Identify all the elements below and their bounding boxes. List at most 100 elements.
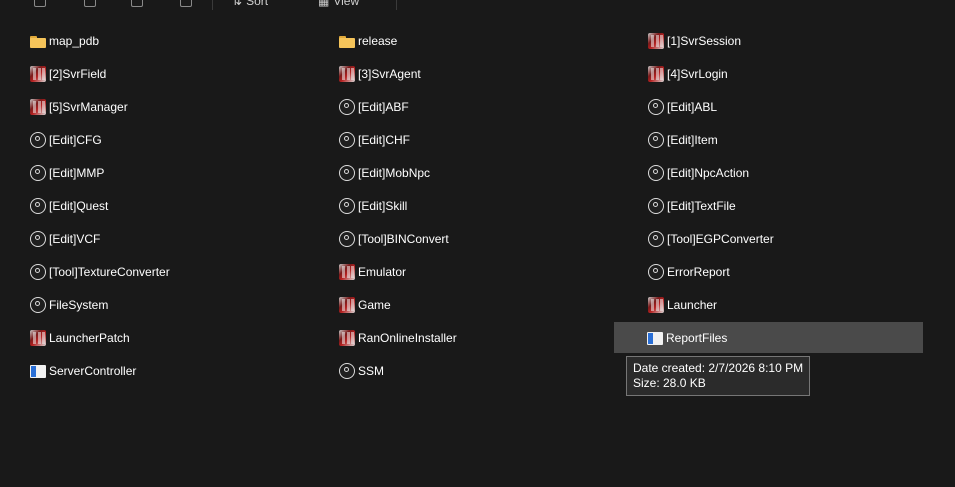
generic-exe-icon [648,131,664,148]
generic-exe-icon [339,131,355,148]
file-item[interactable]: [Edit]TextFile [644,190,923,221]
sort-label: Sort [246,0,269,8]
toolbar-divider [212,0,213,10]
file-name: [Edit]Skill [358,198,408,213]
file-name: LauncherPatch [49,330,130,345]
ran-app-icon [30,98,46,115]
generic-exe-icon [339,98,355,115]
file-name: [Tool]BINConvert [358,231,449,246]
generic-exe-icon [30,296,46,313]
ran-app-icon [339,296,355,313]
file-item[interactable]: [3]SvrAgent [335,58,635,89]
file-item[interactable]: [Edit]CFG [26,124,326,155]
file-name: Emulator [358,264,407,279]
folder-icon [339,33,355,49]
new-icon[interactable] [34,0,46,10]
file-name: [Edit]ABF [358,99,409,114]
toolbar-divider [396,0,397,10]
file-name: [4]SvrLogin [667,66,728,81]
folder-icon [30,33,46,49]
file-item[interactable]: FileSystem [26,289,326,320]
file-item[interactable]: RanOnlineInstaller [335,322,635,353]
file-item[interactable]: [Edit]Quest [26,190,326,221]
generic-exe-icon [339,197,355,214]
tooltip-size: Size: 28.0 KB [633,376,706,390]
file-item[interactable]: LauncherPatch [26,322,326,353]
file-item[interactable]: [Edit]Item [644,124,923,155]
file-item[interactable]: [Edit]VCF [26,223,326,254]
file-item[interactable]: [Edit]ABL [644,91,923,122]
file-item[interactable]: [1]SvrSession [644,25,923,56]
file-item[interactable]: [4]SvrLogin [644,58,923,89]
ran-app-icon [30,329,46,346]
file-item[interactable]: ErrorReport [644,256,923,287]
file-item[interactable]: [Edit]NpcAction [644,157,923,188]
file-name: [Edit]MMP [49,165,105,180]
cut-icon[interactable] [84,0,96,10]
generic-exe-icon [30,230,46,247]
file-name: FileSystem [49,297,109,312]
file-name: [1]SvrSession [667,33,742,48]
generic-exe-icon [30,131,46,148]
file-name: Launcher [667,297,718,312]
ran-app-icon [648,296,664,313]
file-list: map_pdb release [1]SvrSession [2]SvrField [3… [0,24,955,487]
generic-exe-icon [30,164,46,181]
file-item[interactable]: [Tool]BINConvert [335,223,635,254]
file-item[interactable]: [Tool]EGPConverter [644,223,923,254]
file-name: RanOnlineInstaller [358,330,457,345]
generic-exe-icon [648,197,664,214]
ran-app-icon [30,65,46,82]
file-item[interactable]: ServerController [26,355,326,386]
generic-exe-icon [30,197,46,214]
file-name: [Edit]CHF [358,132,411,147]
file-tooltip: Date created: 2/7/2026 8:10 PM Size: 28.… [626,356,811,396]
ran-app-icon [339,65,355,82]
file-item[interactable]: [Edit]MobNpc [335,157,635,188]
file-name: [Edit]VCF [49,231,101,246]
view-button[interactable]: ▦ View [318,0,359,10]
sort-icon: ⇅ [232,0,243,8]
file-item[interactable]: ReportFiles [614,322,923,353]
file-name: [Edit]TextFile [667,198,736,213]
file-item[interactable]: [2]SvrField [26,58,326,89]
sort-button[interactable]: ⇅ Sort [232,0,268,10]
file-name: [Edit]MobNpc [358,165,431,180]
generic-exe-icon [339,230,355,247]
generic-exe-icon [648,263,664,280]
file-name: [Edit]CFG [49,132,102,147]
file-name: [Edit]NpcAction [667,165,750,180]
view-icon: ▦ [318,0,330,8]
command-bar: ⇅ Sort ▦ View [0,0,955,12]
file-item[interactable]: [Tool]TextureConverter [26,256,326,287]
file-name: [Tool]TextureConverter [49,264,170,279]
app-window-icon [30,364,46,378]
ran-app-icon [648,65,664,82]
file-item[interactable]: SSM [335,355,635,386]
generic-exe-icon [648,230,664,247]
ran-app-icon [648,32,664,49]
generic-exe-icon [648,98,664,115]
file-item[interactable]: [Edit]MMP [26,157,326,188]
file-item[interactable]: [5]SvrManager [26,91,326,122]
file-item[interactable]: Launcher [644,289,923,320]
generic-exe-icon [30,263,46,280]
file-item[interactable]: map_pdb [26,25,326,56]
file-name: map_pdb [49,33,100,48]
file-item[interactable]: Game [335,289,635,320]
file-name: SSM [358,363,385,378]
file-item[interactable]: [Edit]ABF [335,91,635,122]
file-name: Game [358,297,391,312]
delete-icon[interactable] [180,0,192,10]
file-name: [Edit]Quest [49,198,109,213]
file-name: release [358,33,398,48]
tooltip-date-created: Date created: 2/7/2026 8:10 PM [633,361,804,375]
file-item[interactable]: Emulator [335,256,635,287]
file-name: [5]SvrManager [49,99,128,114]
file-item[interactable]: [Edit]Skill [335,190,635,221]
file-name: [2]SvrField [49,66,107,81]
file-item[interactable]: release [335,25,635,56]
copy-icon[interactable] [131,0,143,10]
file-name: ErrorReport [667,264,730,279]
file-item[interactable]: [Edit]CHF [335,124,635,155]
